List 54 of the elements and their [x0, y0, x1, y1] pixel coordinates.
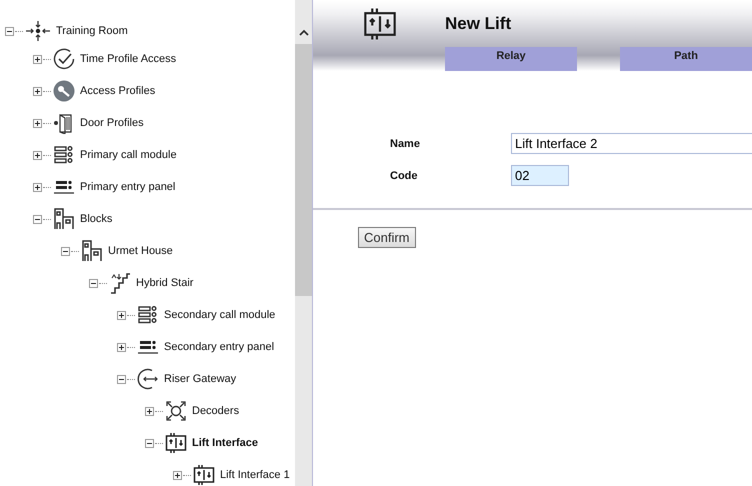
tree-item[interactable]: Access Profiles [80, 85, 156, 97]
tree-item[interactable]: Primary entry panel [80, 181, 176, 193]
collapse-toggle[interactable] [61, 246, 70, 256]
decoder-icon [165, 400, 187, 422]
scrollbar[interactable] [295, 0, 313, 486]
tree-item[interactable]: Lift Interface 1 [220, 469, 290, 481]
confirm-button[interactable]: Confirm [358, 227, 416, 248]
expand-toggle[interactable] [33, 150, 42, 160]
field-label: Code [390, 170, 418, 182]
expand-toggle[interactable] [33, 54, 42, 64]
tree-item[interactable]: Time Profile Access [80, 53, 176, 65]
expand-toggle[interactable] [33, 86, 42, 96]
expand-toggle[interactable] [117, 310, 126, 320]
key-icon [53, 80, 75, 102]
expand-toggle[interactable] [33, 182, 42, 192]
call-module-icon [53, 144, 75, 166]
collapse-toggle[interactable] [33, 214, 42, 224]
input-field[interactable]: Lift Interface 2 [511, 133, 752, 154]
lift-icon [193, 464, 215, 486]
collapse-toggle[interactable] [5, 26, 14, 36]
tree-item[interactable]: Door Profiles [80, 117, 144, 129]
scroll-up-icon[interactable] [298, 29, 308, 36]
call-module-icon [137, 304, 159, 326]
tree-item[interactable]: Blocks [80, 213, 112, 225]
collapse-toggle[interactable] [117, 374, 126, 384]
expand-toggle[interactable] [33, 118, 42, 128]
tree-item[interactable]: Secondary call module [164, 309, 276, 321]
building-icon [81, 240, 103, 262]
tree-item[interactable]: Riser Gateway [164, 373, 236, 385]
tree-item[interactable]: Decoders [192, 405, 240, 417]
tree-item[interactable]: Hybrid Stair [136, 277, 194, 289]
lift-icon [363, 6, 397, 40]
tree-item[interactable]: Training Room [56, 25, 128, 37]
field-label: Name [390, 138, 421, 150]
input-field[interactable]: 02 [511, 165, 569, 186]
gateway-icon [137, 368, 159, 390]
tree-item[interactable]: Lift Interface [192, 437, 258, 449]
lift-icon [165, 432, 187, 454]
stairs-icon [109, 272, 131, 294]
expand-toggle[interactable] [117, 342, 126, 352]
tree-item[interactable]: Urmet House [108, 245, 173, 257]
scrollbar-thumb[interactable] [295, 44, 312, 296]
tab[interactable]: Relay [445, 47, 577, 71]
converging-arrows-icon [25, 20, 51, 42]
building-icon [53, 208, 75, 230]
expand-toggle[interactable] [173, 470, 182, 480]
tree-item[interactable]: Secondary entry panel [164, 341, 274, 353]
page-title: New Lift [445, 14, 512, 34]
clock-check-icon [53, 48, 75, 70]
collapse-toggle[interactable] [89, 278, 98, 288]
tree-item[interactable]: Primary call module [80, 149, 177, 161]
collapse-toggle[interactable] [145, 438, 154, 448]
tab[interactable]: Path [620, 47, 752, 71]
expand-toggle[interactable] [145, 406, 154, 416]
